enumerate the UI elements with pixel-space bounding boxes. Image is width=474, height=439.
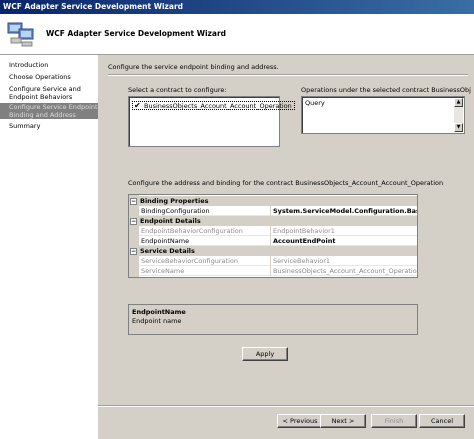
nav-item-summary[interactable]: Summary xyxy=(0,122,98,130)
operation-item: Query xyxy=(305,99,325,107)
row-service-name[interactable]: ServiceName BusinessObjects_Account_Acco… xyxy=(129,266,417,276)
collapse-icon[interactable]: − xyxy=(130,218,137,225)
page-instruction: Configure the service endpoint binding a… xyxy=(108,63,279,71)
window-title: WCF Adapter Service Development Wizard xyxy=(3,2,184,11)
nav-item-introduction[interactable]: Introduction xyxy=(0,61,98,69)
property-name: EndpointBehaviorConfiguration xyxy=(139,226,271,236)
property-value[interactable]: BusinessObjects_Account_Account_Operatio… xyxy=(271,266,417,276)
window-title-bar: WCF Adapter Service Development Wizard xyxy=(0,0,474,14)
nav-item-configure-service-line2[interactable]: Endpoint Behaviors xyxy=(0,93,98,101)
wizard-steps-nav: Introduction Choose Operations Configure… xyxy=(0,55,98,439)
scroll-down-icon[interactable]: ▼ xyxy=(454,123,463,132)
scroll-up-icon[interactable]: ▲ xyxy=(454,98,463,107)
property-value[interactable]: EndpointBehavior1 xyxy=(271,226,417,236)
row-endpoint-behavior-configuration[interactable]: EndpointBehaviorConfiguration EndpointBe… xyxy=(129,226,417,236)
property-value[interactable]: System.ServiceModel.Configuration.BasicH… xyxy=(271,206,417,216)
collapse-icon[interactable]: − xyxy=(130,248,137,255)
description-title: EndpointName xyxy=(132,308,186,316)
row-binding-configuration[interactable]: BindingConfiguration System.ServiceModel… xyxy=(129,206,417,216)
description-text: Endpoint name xyxy=(132,317,182,325)
separator xyxy=(98,405,474,407)
configure-address-label: Configure the address and binding for th… xyxy=(128,179,444,187)
property-grid[interactable]: − Binding Properties BindingConfiguratio… xyxy=(128,194,418,278)
category-service-details[interactable]: − Service Details xyxy=(129,246,417,256)
collapse-icon[interactable]: − xyxy=(130,198,137,205)
property-description: EndpointName Endpoint name xyxy=(128,304,418,335)
cancel-button[interactable]: Cancel xyxy=(419,414,465,428)
previous-button[interactable]: < Previous xyxy=(277,414,323,428)
contract-list-item[interactable]: ✔ BusinessObjects_Account_Account_Operat… xyxy=(132,101,295,110)
checkmark-icon: ✔ xyxy=(134,100,141,110)
row-service-behavior-configuration[interactable]: ServiceBehaviorConfiguration ServiceBeha… xyxy=(129,256,417,266)
property-name: ServiceName xyxy=(139,266,271,276)
contract-list[interactable]: ✔ BusinessObjects_Account_Account_Operat… xyxy=(128,96,295,147)
computer-network-icon xyxy=(7,22,34,47)
wizard-header: WCF Adapter Service Development Wizard xyxy=(0,14,474,55)
wizard-title: WCF Adapter Service Development Wizard xyxy=(46,29,227,38)
property-value[interactable]: ServiceBehavior1 xyxy=(271,256,417,266)
operations-scrollbar[interactable]: ▲ ▼ xyxy=(454,98,463,132)
category-binding-properties[interactable]: − Binding Properties xyxy=(129,196,417,206)
property-name: ServiceBehaviorConfiguration xyxy=(139,256,271,266)
nav-item-choose-operations[interactable]: Choose Operations xyxy=(0,73,98,81)
contract-label: Select a contract to configure: xyxy=(128,86,227,94)
nav-item-configure-service-line1[interactable]: Configure Service and xyxy=(0,85,98,93)
nav-item-configure-endpoint-line1[interactable]: Configure Service Endpoint xyxy=(0,103,98,111)
next-button[interactable]: Next > xyxy=(320,414,366,428)
property-name: BindingConfiguration xyxy=(139,206,271,216)
operations-list[interactable]: Query ▲ ▼ xyxy=(301,96,465,134)
apply-button[interactable]: Apply xyxy=(242,347,288,361)
property-value[interactable]: AccountEndPoint xyxy=(271,236,417,246)
category-endpoint-details[interactable]: − Endpoint Details xyxy=(129,216,417,226)
operations-label: Operations under the selected contract B… xyxy=(301,86,471,94)
contract-item-label: BusinessObjects_Account_Account_Operatio… xyxy=(144,101,292,110)
row-endpoint-name[interactable]: EndpointName AccountEndPoint xyxy=(129,236,417,246)
property-name: EndpointName xyxy=(139,236,271,246)
separator xyxy=(108,74,468,76)
wizard-content: Configure the service endpoint binding a… xyxy=(98,55,474,439)
finish-button[interactable]: Finish xyxy=(371,414,417,428)
nav-item-configure-endpoint-line2[interactable]: Binding and Address xyxy=(0,111,98,119)
